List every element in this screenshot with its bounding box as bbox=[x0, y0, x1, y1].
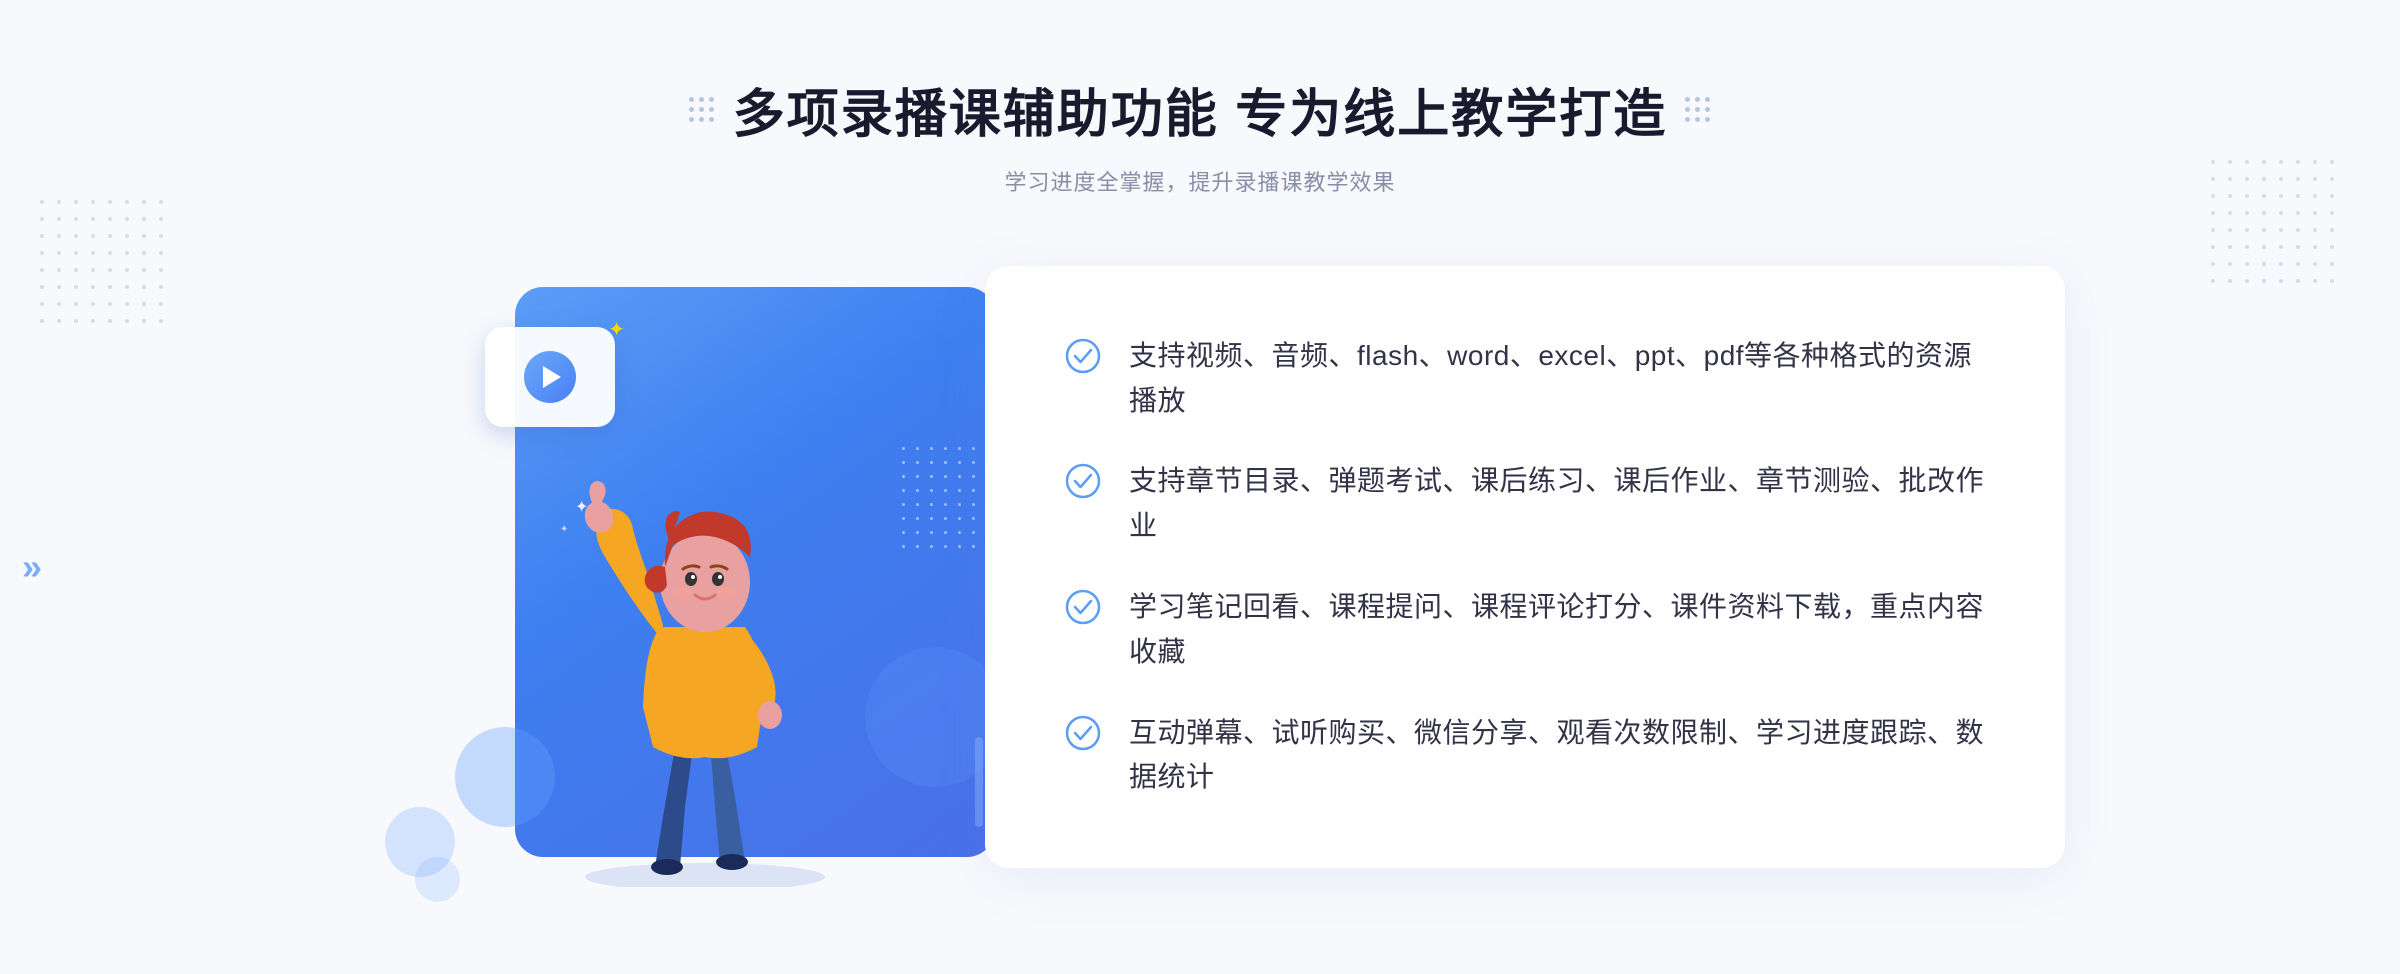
character-illustration: ✦ ✦ bbox=[515, 367, 895, 887]
feature-text-2: 支持章节目录、弹题考试、课后练习、课后作业、章节测验、批改作业 bbox=[1129, 459, 1985, 549]
check-icon-4 bbox=[1065, 715, 1101, 751]
svg-text:✦: ✦ bbox=[560, 524, 568, 535]
svg-text:✦: ✦ bbox=[575, 499, 588, 516]
feature-item-3: 学习笔记回看、课程提问、课程评论打分、课件资料下载，重点内容收藏 bbox=[1065, 567, 1985, 693]
check-icon-2 bbox=[1065, 463, 1101, 499]
card-dot-pattern bbox=[902, 447, 980, 553]
content-area: » bbox=[0, 247, 2400, 887]
check-icon-1 bbox=[1065, 338, 1101, 374]
small-circle-bottom-left2 bbox=[415, 857, 460, 902]
play-button-icon bbox=[524, 351, 576, 403]
check-icon-3 bbox=[1065, 589, 1101, 625]
star-decoration: ✦ bbox=[608, 317, 625, 342]
page-subtitle: 学习进度全掌握，提升录播课教学效果 bbox=[689, 165, 1711, 197]
header-section: 多项录播课辅助功能 专为线上教学打造 学习进度全掌握，提升录播课教学效果 bbox=[689, 0, 1711, 197]
title-row: 多项录播课辅助功能 专为线上教学打造 bbox=[689, 72, 1711, 147]
feature-item-2: 支持章节目录、弹题考试、课后练习、课后作业、章节测验、批改作业 bbox=[1065, 441, 1985, 567]
page-container: 多项录播课辅助功能 专为线上教学打造 学习进度全掌握，提升录播课教学效果 » bbox=[0, 0, 2400, 974]
left-arrow-icon: » bbox=[22, 546, 42, 588]
deco-circle-1 bbox=[455, 727, 555, 827]
play-triangle-icon bbox=[543, 366, 561, 388]
illustration-wrapper: ✦ bbox=[435, 247, 1015, 887]
feature-item-4: 互动弹幕、试听购买、微信分享、观看次数限制、学习进度跟踪、数据统计 bbox=[1065, 693, 1985, 819]
feature-text-3: 学习笔记回看、课程提问、课程评论打分、课件资料下载，重点内容收藏 bbox=[1129, 585, 1985, 675]
features-card: 支持视频、音频、flash、word、excel、ppt、pdf等各种格式的资源… bbox=[985, 266, 2065, 868]
feature-item-1: 支持视频、音频、flash、word、excel、ppt、pdf等各种格式的资源… bbox=[1065, 316, 1985, 442]
left-decorator bbox=[689, 97, 715, 123]
feature-text-1: 支持视频、音频、flash、word、excel、ppt、pdf等各种格式的资源… bbox=[1129, 334, 1985, 424]
right-decorator bbox=[1685, 97, 1711, 123]
play-bubble: ✦ bbox=[485, 327, 615, 427]
feature-text-4: 互动弹幕、试听购买、微信分享、观看次数限制、学习进度跟踪、数据统计 bbox=[1129, 711, 1985, 801]
page-title: 多项录播课辅助功能 专为线上教学打造 bbox=[733, 72, 1667, 147]
